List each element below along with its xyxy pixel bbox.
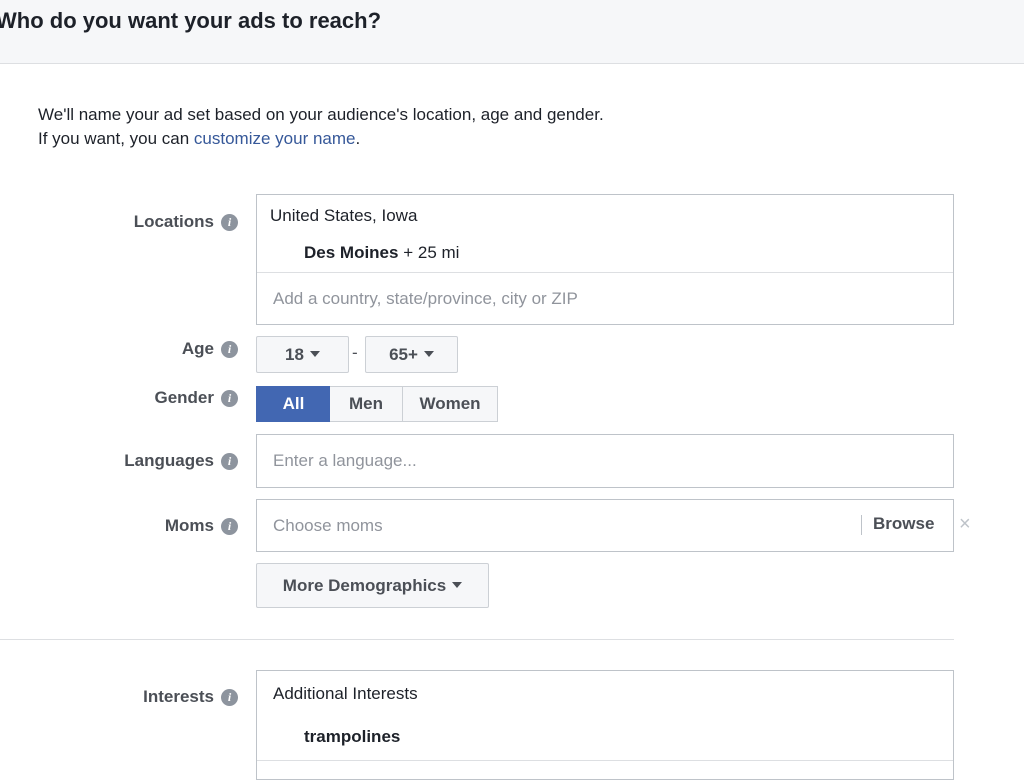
languages-placeholder: Enter a language...: [273, 451, 417, 470]
location-city: Des Moines: [304, 243, 399, 262]
close-icon[interactable]: ×: [959, 513, 971, 536]
caret-down-icon: [309, 350, 320, 357]
intro-line-2: If you want, you can customize your name…: [38, 127, 604, 151]
section-divider: [0, 639, 954, 640]
more-demographics-button[interactable]: More Demographics: [256, 563, 489, 608]
intro-suffix: .: [355, 129, 361, 148]
intro-text: We'll name your ad set based on your aud…: [38, 103, 604, 151]
age-min-dropdown[interactable]: 18: [256, 336, 349, 373]
interests-box: Additional Interests trampolines: [256, 670, 954, 780]
languages-label: Languages: [124, 451, 214, 470]
interest-item[interactable]: trampolines: [304, 727, 400, 747]
age-min-value: 18: [285, 345, 304, 364]
age-max-value: 65+: [389, 345, 418, 364]
gender-label: Gender: [154, 388, 214, 407]
info-icon[interactable]: i: [221, 214, 238, 231]
locations-label: Locations: [133, 212, 214, 231]
info-icon[interactable]: i: [221, 390, 238, 407]
locations-box: United States, Iowa Des Moines + 25 mi A…: [256, 194, 954, 325]
info-icon[interactable]: i: [221, 518, 238, 535]
languages-input[interactable]: Enter a language...: [256, 434, 954, 488]
interests-label: Interests: [143, 687, 214, 706]
caret-down-icon: [452, 581, 463, 588]
location-item[interactable]: Des Moines + 25 mi: [304, 243, 459, 263]
info-icon[interactable]: i: [221, 453, 238, 470]
moms-input[interactable]: Choose moms Browse: [256, 499, 954, 552]
location-radius: + 25 mi: [398, 243, 460, 262]
moms-placeholder: Choose moms: [273, 516, 383, 535]
intro-prefix: If you want, you can: [38, 129, 194, 148]
locations-divider: [257, 272, 953, 273]
more-demographics-label: More Demographics: [282, 576, 447, 595]
page-header: Who do you want your ads to reach?: [0, 0, 1024, 64]
browse-button[interactable]: Browse: [873, 514, 934, 534]
interests-divider: [257, 760, 953, 761]
intro-line-1: We'll name your ad set based on your aud…: [38, 105, 604, 124]
browse-divider: [861, 515, 862, 535]
moms-label: Moms: [164, 516, 214, 535]
locations-search-input[interactable]: Add a country, state/province, city or Z…: [273, 289, 578, 309]
location-group-label: United States, Iowa: [270, 206, 418, 225]
caret-down-icon: [423, 350, 434, 357]
gender-all-button[interactable]: All: [256, 386, 331, 422]
gender-men-button[interactable]: Men: [330, 386, 403, 422]
info-icon[interactable]: i: [221, 689, 238, 706]
interests-group-label: Additional Interests: [273, 684, 418, 703]
customize-name-link[interactable]: customize your name: [194, 129, 356, 148]
page-title: Who do you want your ads to reach?: [0, 8, 382, 33]
age-label: Age: [181, 339, 214, 358]
gender-women-button[interactable]: Women: [402, 386, 498, 422]
age-separator: -: [352, 343, 358, 362]
info-icon[interactable]: i: [221, 341, 238, 358]
age-max-dropdown[interactable]: 65+: [365, 336, 458, 373]
